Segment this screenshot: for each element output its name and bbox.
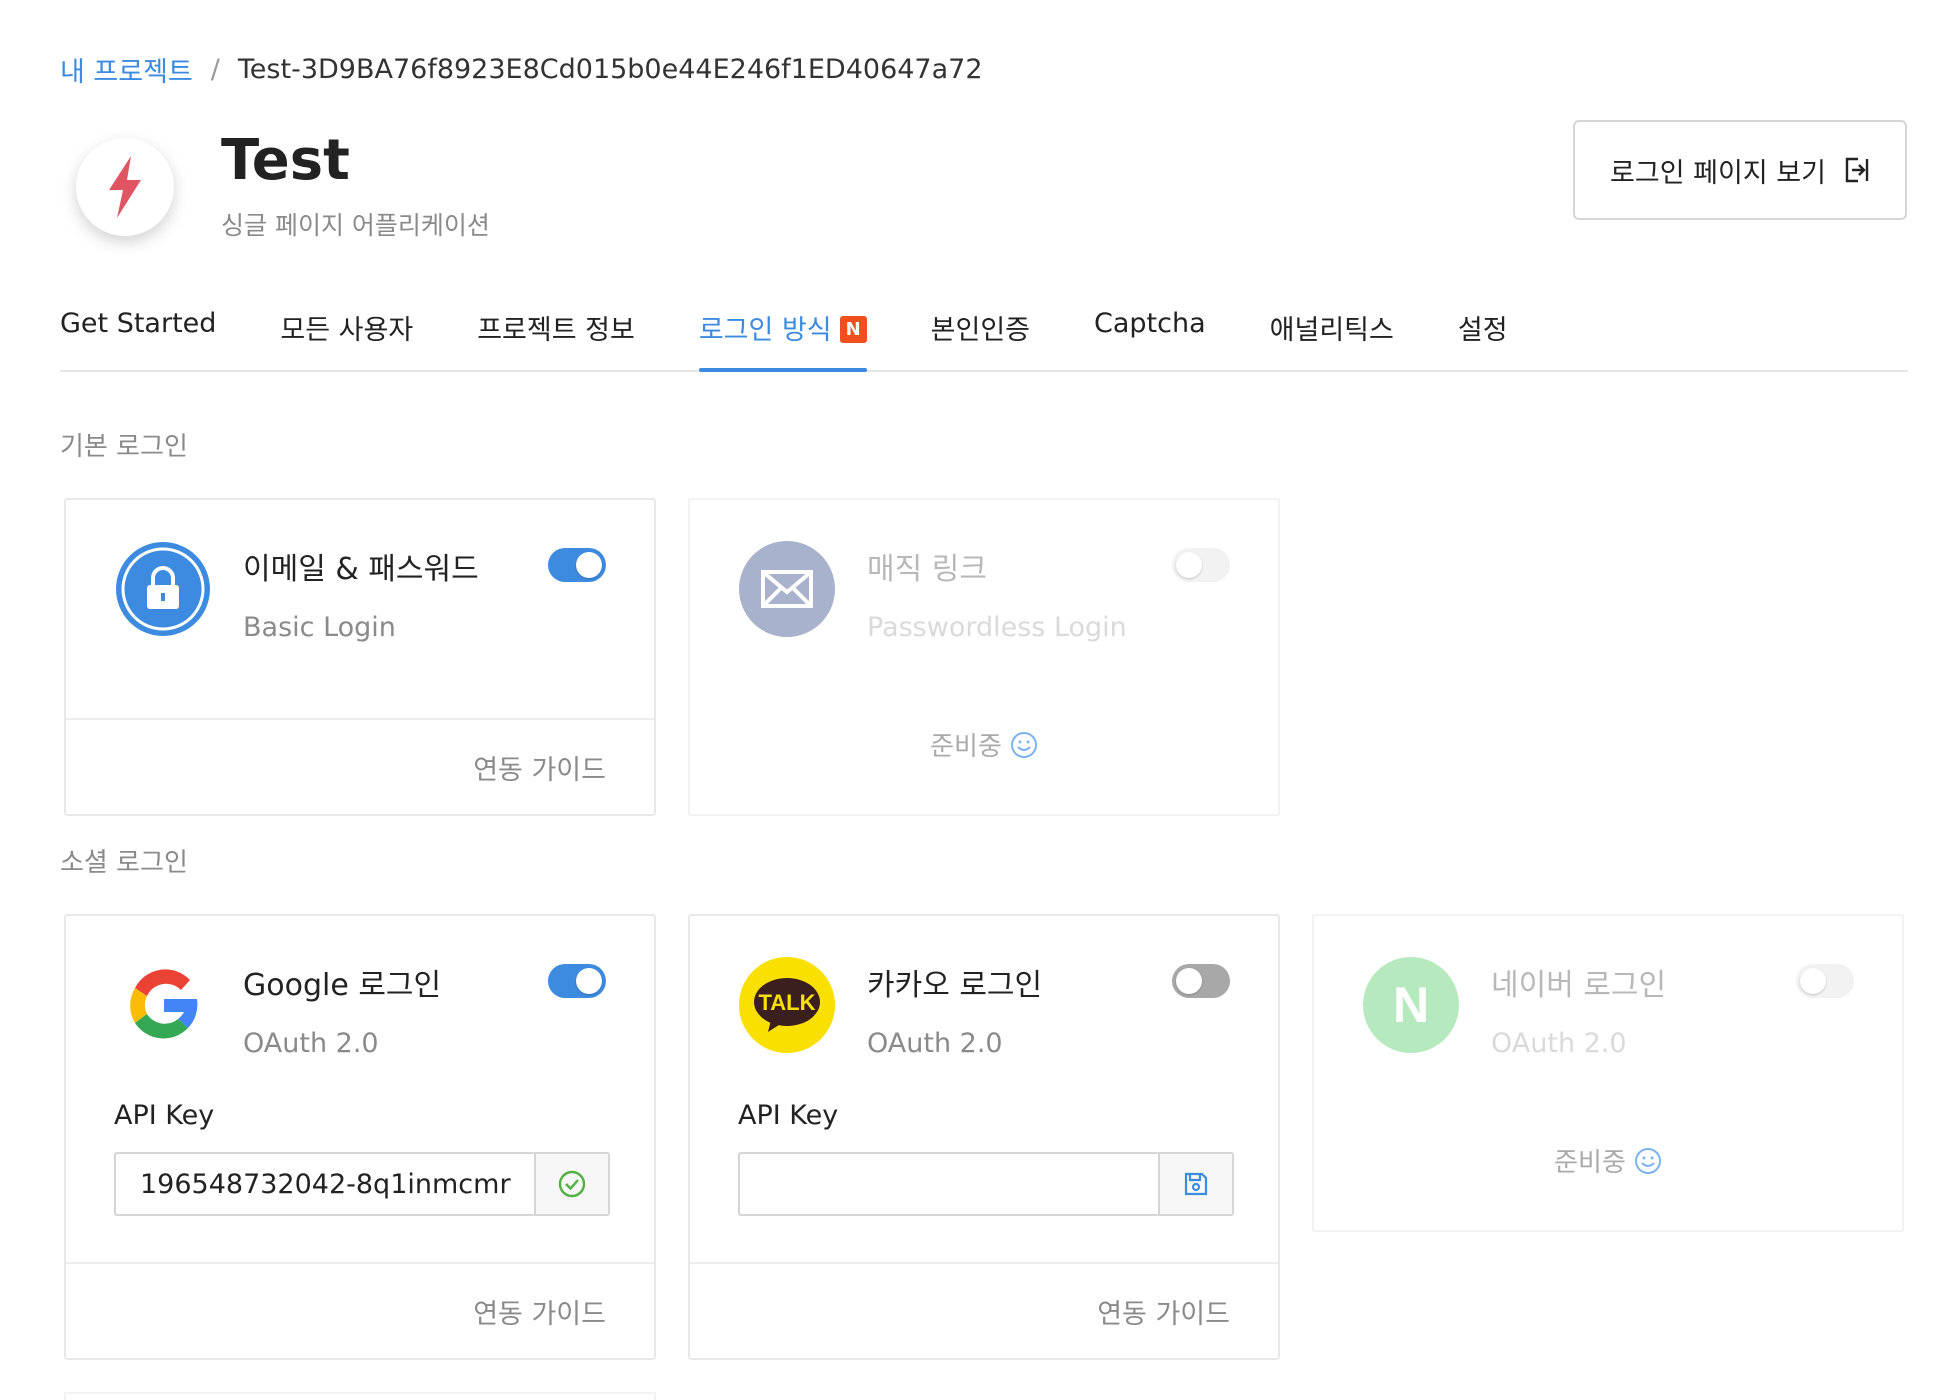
section-title-basic-login: 기본 로그인 — [60, 432, 188, 462]
tab-analytics[interactable]: 애널리틱스 — [1270, 308, 1394, 370]
tab-login-methods[interactable]: 로그인 방식 N — [698, 308, 867, 372]
login-card-magic-link: 매직 링크 Passwordless Login 준비중 — [688, 498, 1280, 816]
card-footer: 연동 가이드 — [690, 1262, 1278, 1358]
login-card-email: 이메일 & 패스워드 Basic Login 연동 가이드 — [64, 498, 656, 816]
email-login-toggle[interactable] — [548, 548, 606, 582]
kakao-api-key-input[interactable] — [740, 1154, 1158, 1214]
envelope-icon — [738, 540, 836, 638]
tab-label: 설정 — [1457, 315, 1508, 346]
tab-settings[interactable]: 설정 — [1458, 308, 1508, 370]
project-title: Test — [221, 128, 350, 193]
tab-label: 모든 사용자 — [280, 315, 414, 346]
breadcrumb-my-projects-link[interactable]: 내 프로젝트 — [60, 50, 193, 89]
card-subtitle: OAuth 2.0 — [867, 1028, 1003, 1059]
tab-label: 본인인증 — [930, 315, 1031, 346]
kakao-talk-icon: TALK — [738, 956, 836, 1054]
card-title: 매직 링크 — [867, 552, 987, 587]
lock-icon — [114, 540, 212, 638]
project-subtitle: 싱글 페이지 어플리케이션 — [221, 211, 490, 240]
preparing-label: 준비중 — [930, 732, 1002, 762]
tab-label: 프로젝트 정보 — [477, 315, 635, 346]
smile-icon — [1010, 731, 1037, 758]
svg-text:TALK: TALK — [758, 990, 815, 1015]
lightning-bolt-icon — [109, 156, 141, 218]
svg-text:N: N — [1393, 977, 1429, 1033]
breadcrumb-separator: / — [210, 54, 220, 85]
toggle-knob — [576, 552, 602, 578]
preparing-status: 준비중 — [1314, 1142, 1902, 1179]
preparing-status: 준비중 — [690, 726, 1278, 763]
integration-guide-link[interactable]: 연동 가이드 — [473, 748, 606, 787]
toggle-knob — [1176, 552, 1202, 578]
toggle-knob — [1800, 968, 1826, 994]
card-subtitle: Passwordless Login — [867, 612, 1127, 643]
card-subtitle: Basic Login — [243, 612, 396, 643]
card-title: 이메일 & 패스워드 — [243, 552, 479, 587]
tab-label: 애널리틱스 — [1269, 315, 1394, 346]
naver-n-icon: N — [1362, 956, 1460, 1054]
breadcrumb: 내 프로젝트 / Test-3D9BA76f8923E8Cd015b0e44E2… — [60, 50, 983, 89]
kakao-login-toggle[interactable] — [1172, 964, 1230, 998]
card-title: 카카오 로그인 — [867, 968, 1043, 1003]
card-subtitle: OAuth 2.0 — [243, 1028, 379, 1059]
api-key-label: API Key — [114, 1100, 215, 1131]
view-login-page-label: 로그인 페이지 보기 — [1610, 157, 1826, 189]
check-circle-icon — [558, 1170, 586, 1198]
smile-icon — [1634, 1147, 1661, 1174]
card-footer: 연동 가이드 — [66, 718, 654, 814]
google-login-toggle[interactable] — [548, 964, 606, 998]
tab-captcha[interactable]: Captcha — [1094, 308, 1206, 370]
tab-label: Captcha — [1094, 308, 1206, 339]
login-card-partial — [64, 1392, 656, 1400]
card-footer: 연동 가이드 — [66, 1262, 654, 1358]
tab-label: Get Started — [60, 308, 217, 339]
breadcrumb-current-project: Test-3D9BA76f8923E8Cd015b0e44E246f1ED406… — [237, 54, 983, 85]
api-key-label: API Key — [738, 1100, 839, 1131]
integration-guide-link[interactable]: 연동 가이드 — [1097, 1292, 1230, 1331]
save-icon — [1184, 1172, 1208, 1196]
kakao-api-key-field — [738, 1152, 1234, 1216]
tab-bar: Get Started 모든 사용자 프로젝트 정보 로그인 방식 N 본인인증 … — [60, 308, 1908, 372]
google-api-key-field — [114, 1152, 610, 1216]
login-card-naver: N 네이버 로그인 OAuth 2.0 준비중 — [1312, 914, 1904, 1232]
card-subtitle: OAuth 2.0 — [1491, 1028, 1627, 1059]
login-card-google: Google 로그인 OAuth 2.0 API Key 연동 가이드 — [64, 914, 656, 1360]
external-open-icon — [1845, 157, 1869, 183]
api-key-save-button[interactable] — [1158, 1154, 1232, 1214]
new-badge: N — [839, 316, 867, 343]
tab-label: 로그인 방식 — [698, 315, 832, 346]
naver-login-toggle — [1796, 964, 1854, 998]
toggle-knob — [1176, 968, 1202, 994]
tab-get-started[interactable]: Get Started — [60, 308, 216, 370]
view-login-page-button[interactable]: 로그인 페이지 보기 — [1573, 120, 1907, 220]
google-g-icon — [114, 956, 212, 1054]
login-card-kakao: TALK 카카오 로그인 OAuth 2.0 API Key 연동 가이드 — [688, 914, 1280, 1360]
toggle-knob — [576, 968, 602, 994]
card-title: Google 로그인 — [243, 968, 442, 1003]
api-key-verified-button[interactable] — [534, 1154, 608, 1214]
card-title: 네이버 로그인 — [1491, 968, 1667, 1003]
project-logo — [76, 138, 174, 236]
integration-guide-link[interactable]: 연동 가이드 — [473, 1292, 606, 1331]
tab-identity-verification[interactable]: 본인인증 — [931, 308, 1030, 370]
tab-all-users[interactable]: 모든 사용자 — [280, 308, 413, 370]
preparing-label: 준비중 — [1554, 1148, 1626, 1178]
magic-link-toggle — [1172, 548, 1230, 582]
tab-project-info[interactable]: 프로젝트 정보 — [477, 308, 635, 370]
google-api-key-input[interactable] — [116, 1154, 534, 1214]
section-title-social-login: 소셜 로그인 — [60, 848, 188, 878]
